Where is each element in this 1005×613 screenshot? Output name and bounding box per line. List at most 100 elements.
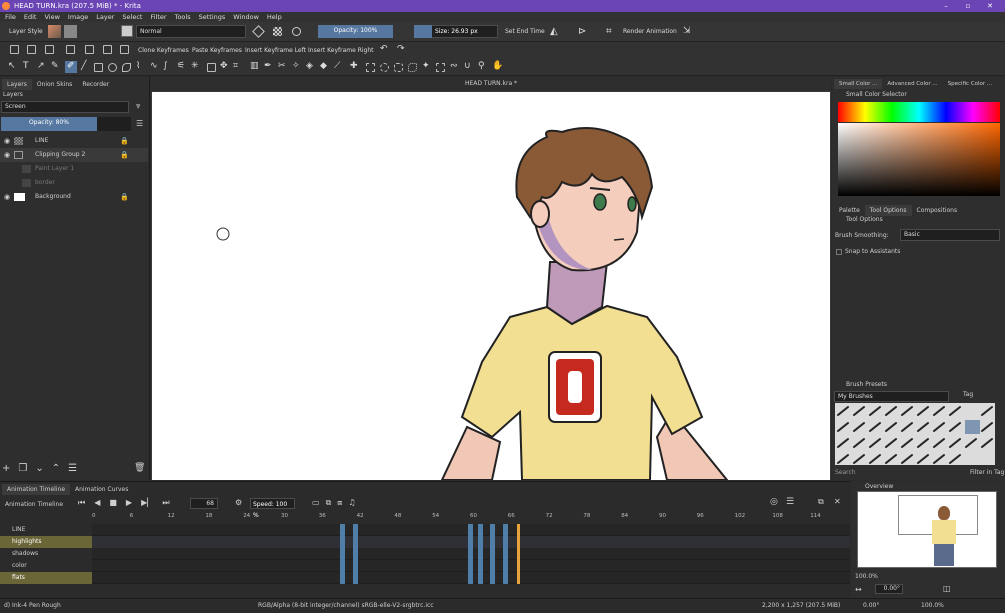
layer-properties-icon[interactable]: ☰ bbox=[68, 463, 77, 474]
assistant-icon[interactable]: ⟋ bbox=[334, 61, 340, 71]
filter-icon[interactable] bbox=[103, 45, 112, 54]
layer-opacity-slider[interactable]: Opacity: 80% bbox=[1, 117, 97, 131]
timeline-settings-icon[interactable]: ◎ bbox=[770, 497, 778, 507]
insert-keyframe-left-button[interactable]: Insert Keyframe Left bbox=[245, 47, 306, 54]
drawing-canvas[interactable] bbox=[152, 92, 830, 480]
tag-icon[interactable] bbox=[85, 45, 94, 54]
tab-advanced-color[interactable]: Advanced Color ... bbox=[882, 79, 942, 89]
audio-icon[interactable]: ♫ bbox=[348, 498, 355, 508]
timeline-layer-row[interactable]: LINE bbox=[0, 524, 92, 536]
keyframe[interactable] bbox=[490, 524, 495, 584]
overview-zoom[interactable]: 100.0% bbox=[855, 573, 878, 580]
open-document-icon[interactable] bbox=[27, 45, 36, 54]
preset-search-input[interactable]: Search bbox=[835, 469, 856, 476]
menu-file[interactable]: File bbox=[5, 12, 16, 22]
status-zoom[interactable]: 100.0% bbox=[921, 599, 944, 613]
undo-icon[interactable]: ↶ bbox=[380, 44, 388, 54]
keyframe[interactable] bbox=[478, 524, 483, 584]
playhead[interactable] bbox=[517, 524, 520, 584]
float-icon[interactable]: ⧉ bbox=[818, 497, 824, 507]
calligraphy-icon[interactable]: ✎ bbox=[51, 61, 59, 71]
smart-patch-icon[interactable]: ✧ bbox=[292, 61, 300, 71]
dynamic-brush-icon[interactable]: ⚟ bbox=[177, 61, 185, 71]
timeline-layer-row[interactable]: shadows bbox=[0, 548, 92, 560]
crop-tool-icon[interactable]: ⌗ bbox=[233, 61, 238, 71]
rectangle-tool-icon[interactable] bbox=[94, 63, 103, 72]
keyframe[interactable] bbox=[353, 524, 358, 584]
first-frame-icon[interactable]: ⏮ bbox=[78, 498, 85, 508]
tab-small-color[interactable]: Small Color ... bbox=[834, 79, 883, 89]
menu-edit[interactable]: Edit bbox=[24, 12, 37, 22]
tab-recorder[interactable]: Recorder bbox=[77, 79, 114, 90]
play-icon[interactable]: ▶ bbox=[126, 498, 132, 508]
keyframe[interactable] bbox=[503, 524, 508, 584]
close-panel-icon[interactable]: ✕ bbox=[834, 497, 841, 506]
tab-layers[interactable]: Layers bbox=[2, 79, 32, 90]
bezier-select-icon[interactable]: ∾ bbox=[450, 61, 458, 71]
render-animation-button[interactable]: Render Animation bbox=[623, 28, 677, 35]
export-icon[interactable]: ⇲ bbox=[683, 26, 691, 36]
reference-icon[interactable]: ✚ bbox=[350, 61, 358, 71]
mirror-view-icon[interactable]: ◫ bbox=[943, 584, 951, 593]
snap-checkbox[interactable] bbox=[836, 249, 842, 255]
timeline-layer-row[interactable]: color bbox=[0, 560, 92, 572]
rect-select-icon[interactable] bbox=[366, 63, 375, 72]
speed-slider[interactable]: Speed: 100 % bbox=[250, 498, 295, 519]
lock-icon[interactable]: 🔒 bbox=[120, 148, 129, 162]
layer-menu-icon[interactable]: ☰ bbox=[136, 119, 143, 128]
frame-ruler[interactable]: 0 6 12 18 24 30 36 42 48 54 60 66 72 78 84 90 96 102 108 11… bbox=[92, 513, 850, 523]
timeline-layer-row[interactable]: flats bbox=[0, 572, 92, 584]
minimize-icon[interactable]: – bbox=[935, 0, 957, 12]
tag-label[interactable]: Tag bbox=[963, 391, 973, 398]
freehand-path-icon[interactable]: ∫ bbox=[163, 61, 168, 71]
tab-specific-color[interactable]: Specific Color ... bbox=[943, 79, 998, 89]
clone-keyframes-button[interactable]: Clone Keyframes bbox=[138, 47, 189, 54]
rotate-left-icon[interactable]: ↔ bbox=[855, 585, 862, 594]
bezier-icon[interactable]: ∿ bbox=[150, 61, 158, 71]
multibrush-icon[interactable]: ✳ bbox=[191, 61, 199, 71]
next-frame-icon[interactable]: ▶▏ bbox=[141, 498, 153, 508]
tab-animation-timeline[interactable]: Animation Timeline bbox=[2, 484, 71, 495]
alpha-lock-icon[interactable] bbox=[273, 27, 282, 36]
prev-frame-icon[interactable]: ◀ bbox=[94, 498, 100, 508]
colorize-mask-icon[interactable]: ✂ bbox=[278, 61, 286, 71]
tab-tool-options[interactable]: Tool Options bbox=[864, 205, 912, 216]
menu-help[interactable]: Help bbox=[267, 12, 282, 22]
opacity-slider[interactable]: Opacity: 100% bbox=[318, 25, 393, 38]
drop-frames-icon[interactable]: ⧉ bbox=[326, 498, 332, 508]
filter-in-tag-label[interactable]: Filter in Tag bbox=[970, 469, 1004, 476]
lock-icon[interactable]: 🔒 bbox=[120, 190, 129, 204]
close-icon[interactable]: ✕ bbox=[979, 0, 1001, 12]
new-document-icon[interactable] bbox=[10, 45, 19, 54]
freehand-select-icon[interactable] bbox=[408, 63, 417, 72]
ellipse-select-icon[interactable] bbox=[380, 63, 389, 72]
color-picker-icon[interactable]: ✒ bbox=[264, 61, 272, 71]
canvas-tab[interactable]: HEAD TURN.kra * bbox=[151, 77, 831, 91]
layer-filter-icon[interactable]: ⩔ bbox=[136, 101, 141, 111]
move-tool-icon[interactable]: ✥ bbox=[220, 61, 228, 71]
polygon-tool-icon[interactable] bbox=[122, 63, 131, 72]
contiguous-select-icon[interactable]: ✦ bbox=[422, 61, 430, 71]
overview-rotation[interactable]: 0.00° bbox=[875, 584, 903, 594]
tab-palette[interactable]: Palette bbox=[834, 205, 865, 216]
gradient-icon[interactable]: ▥ bbox=[250, 61, 259, 71]
polygon-select-icon[interactable] bbox=[394, 63, 403, 72]
enclose-fill-icon[interactable]: ◆ bbox=[320, 61, 327, 71]
mirror-vertical-icon[interactable]: ⊳ bbox=[578, 26, 586, 37]
timeline-menu-icon[interactable]: ☰ bbox=[786, 497, 794, 507]
lock-icon[interactable]: 🔒 bbox=[120, 134, 129, 148]
menu-window[interactable]: Window bbox=[233, 12, 259, 22]
current-frame-input[interactable]: 68 bbox=[190, 498, 218, 509]
layer-row[interactable]: Paint Layer 1 bbox=[0, 162, 148, 176]
move-up-icon[interactable]: ⌃ bbox=[52, 463, 60, 474]
onion-skin-icon[interactable]: ▭ bbox=[312, 498, 320, 508]
overview-thumbnail[interactable] bbox=[857, 491, 997, 568]
menu-layer[interactable]: Layer bbox=[96, 12, 114, 22]
mirror-horizontal-icon[interactable]: ◭ bbox=[550, 26, 558, 37]
flip-icon[interactable] bbox=[120, 45, 129, 54]
ellipse-tool-icon[interactable] bbox=[108, 63, 117, 72]
add-layer-icon[interactable]: + bbox=[2, 463, 10, 474]
reload-preset-icon[interactable] bbox=[292, 27, 301, 36]
duplicate-layer-icon[interactable]: ❐ bbox=[18, 463, 27, 474]
line-tool-icon[interactable]: ╱ bbox=[81, 61, 86, 71]
